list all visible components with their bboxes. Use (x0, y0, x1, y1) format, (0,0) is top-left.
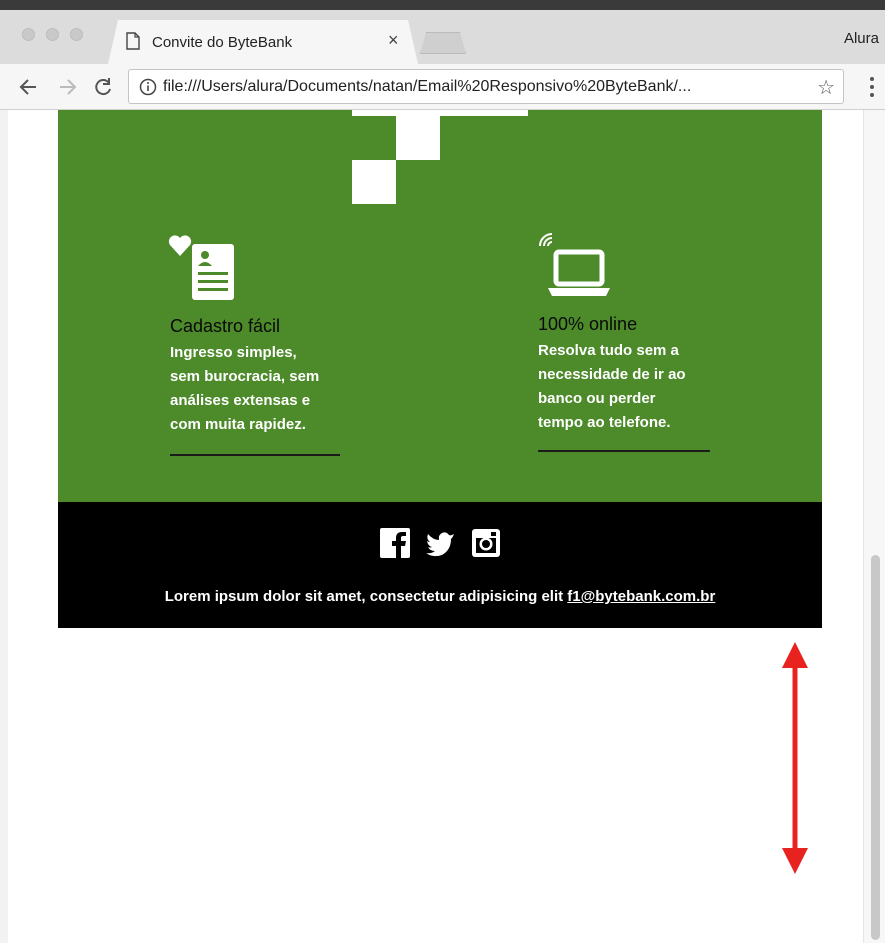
menu-dots-icon[interactable] (869, 74, 875, 100)
features-section: Cadastro fácil Ingresso simples, sem bur… (58, 110, 822, 502)
minimize-window-button[interactable] (46, 28, 59, 41)
feature-description-line: Ingresso simples, (170, 344, 297, 361)
email-content: Cadastro fácil Ingresso simples, sem bur… (58, 110, 822, 628)
feature-description-line: análises extensas e (170, 392, 311, 409)
new-tab-button[interactable] (420, 32, 466, 54)
vertical-scrollbar[interactable] (863, 110, 885, 943)
double-headed-arrow-icon (782, 642, 808, 874)
window-left-edge (0, 110, 8, 943)
feature-description: Ingresso simples, sem burocracia, sem an… (170, 341, 390, 437)
page-icon (126, 32, 140, 50)
feature-title: Cadastro fácil (170, 316, 281, 336)
feature-cadastro: Cadastro fácil Ingresso simples, sem bur… (170, 316, 390, 437)
feature-title: 100% online (538, 314, 638, 334)
window-frame (0, 0, 885, 10)
scrollbar-thumb[interactable] (871, 555, 880, 940)
feature-online: 100% online Resolva tudo sem a necessida… (538, 314, 758, 435)
feature-description-line: sem burocracia, sem (170, 368, 320, 385)
feature-divider (538, 450, 710, 452)
info-icon[interactable] (139, 78, 157, 96)
reload-icon[interactable] (90, 74, 116, 100)
tab-convite-bytebank[interactable]: Convite do ByteBank × (108, 20, 418, 64)
close-window-button[interactable] (22, 28, 35, 41)
pixel-block (352, 110, 528, 116)
back-arrow-icon[interactable] (16, 74, 42, 100)
feature-description-line: Resolva tudo sem a (538, 342, 679, 359)
instagram-icon[interactable] (471, 528, 501, 558)
tab-strip: Convite do ByteBank × Alura (0, 10, 885, 64)
footer-text: Lorem ipsum dolor sit amet, consectetur … (58, 588, 822, 605)
maximize-window-button[interactable] (70, 28, 83, 41)
address-url: file:///Users/alura/Documents/natan/Emai… (163, 78, 692, 95)
pixel-block (352, 160, 396, 204)
feature-divider (170, 454, 340, 456)
feature-description-line: banco ou perder (538, 390, 656, 407)
feature-description-line: necessidade de ir ao (538, 366, 686, 383)
laptop-wifi-icon (539, 233, 610, 296)
browser-toolbar: file:///Users/alura/Documents/natan/Emai… (0, 64, 885, 110)
footer-email-link[interactable]: f1@bytebank.com.br (567, 588, 715, 605)
address-bar[interactable]: file:///Users/alura/Documents/natan/Emai… (128, 69, 844, 104)
feature-description: Resolva tudo sem a necessidade de ir ao … (538, 339, 758, 435)
facebook-icon[interactable] (380, 528, 410, 558)
forward-arrow-icon[interactable] (54, 74, 80, 100)
profile-card-heart-icon (168, 235, 234, 300)
email-footer: Lorem ipsum dolor sit amet, consectetur … (58, 502, 822, 628)
bookmark-star-icon[interactable]: ☆ (817, 75, 835, 100)
twitter-icon[interactable] (425, 528, 455, 558)
feature-description-line: tempo ao telefone. (538, 414, 671, 431)
tab-title: Convite do ByteBank (152, 34, 293, 51)
feature-description-line: com muita rapidez. (170, 416, 306, 433)
pixel-block (396, 116, 440, 160)
footer-lorem: Lorem ipsum dolor sit amet, consectetur … (164, 588, 564, 605)
tab-close-icon[interactable]: × (388, 30, 399, 51)
profile-name[interactable]: Alura (844, 30, 879, 47)
